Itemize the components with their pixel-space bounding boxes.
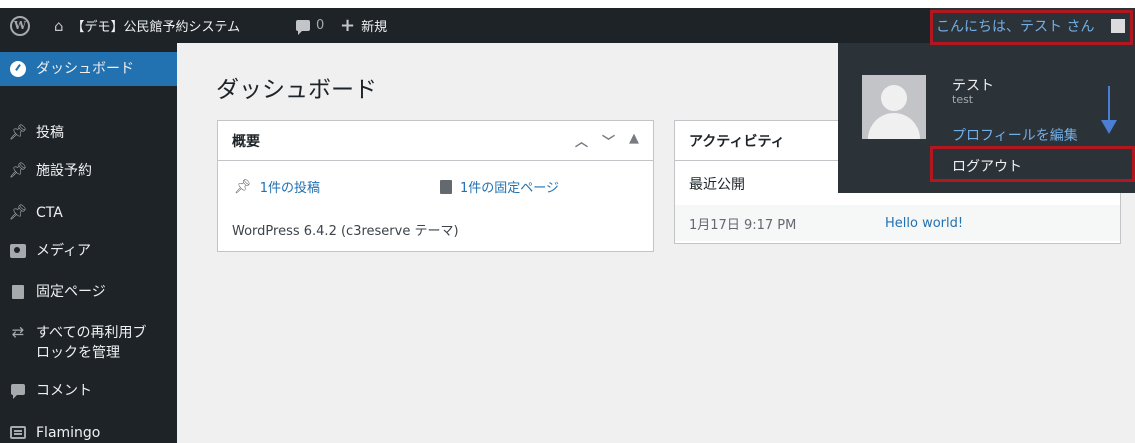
menu-item-cta[interactable]: 📌︎ CTA	[0, 203, 177, 223]
pages-count-link[interactable]: 1件の固定ページ	[440, 177, 559, 196]
menu-item-flamingo[interactable]: Flamingo	[0, 423, 177, 443]
widget-header: 概要 ︿ ﹀ ▲	[218, 121, 653, 161]
menu-label: 投稿	[36, 125, 64, 141]
wp-admin-screen: W ⌂ 【デモ】公民館予約システム 0 + 新規 こんにちは、テスト さん ダッ…	[0, 0, 1135, 443]
menu-item-media[interactable]: メディア	[0, 241, 177, 261]
page-icon	[440, 179, 452, 194]
menu-item-comments[interactable]: コメント	[0, 381, 177, 401]
avatar-small	[1111, 19, 1125, 33]
chevron-down-icon[interactable]: ﹀	[602, 131, 615, 150]
posts-link-text: 1件の投稿	[259, 181, 321, 196]
annotation-arrow-line	[1108, 86, 1110, 122]
posts-count-link[interactable]: 📌︎ 1件の投稿	[234, 177, 321, 197]
page-title: ダッシュボード	[216, 77, 377, 103]
media-icon	[0, 241, 36, 258]
reusable-block-icon: ⇄	[11, 323, 25, 341]
current-menu-arrow	[177, 56, 186, 74]
comments-menu[interactable]: 0	[296, 8, 324, 43]
edit-profile-link[interactable]: プロフィールを編集	[952, 125, 1078, 145]
menu-label: 施設予約	[36, 163, 92, 179]
menu-label-line: ロックを管理	[36, 345, 120, 361]
display-name[interactable]: テスト	[952, 75, 994, 95]
widget-title: 概要	[232, 133, 260, 150]
pin-icon: 📌︎	[8, 203, 28, 221]
avatar	[862, 75, 926, 139]
toggle-panel-icon[interactable]: ▲	[629, 131, 639, 150]
activity-post-link[interactable]: Hello world!	[885, 216, 963, 231]
menu-label: CTA	[36, 205, 63, 221]
menu-label: メディア	[36, 243, 92, 259]
menu-label: すべての再利用ブ ロックを管理	[36, 323, 146, 363]
activity-row: 1月17日 9:17 PM Hello world!	[675, 205, 1120, 241]
menu-item-posts[interactable]: 📌︎ 投稿	[0, 123, 177, 143]
pages-link-text: 1件の固定ページ	[460, 181, 560, 196]
dashboard-icon	[0, 61, 36, 77]
chevron-up-icon[interactable]: ︿	[575, 131, 588, 150]
recently-published-heading: 最近公開	[689, 177, 745, 193]
wordpress-icon: W	[10, 15, 30, 36]
menu-item-reusable-blocks[interactable]: ⇄ すべての再利用ブ ロックを管理	[0, 323, 177, 363]
widget-controls: ︿ ﹀ ▲	[575, 131, 639, 150]
menu-label: ダッシュボード	[36, 61, 134, 77]
activity-date: 1月17日 9:17 PM	[689, 217, 797, 233]
pin-icon: 📌︎	[8, 123, 28, 141]
menu-label: Flamingo	[36, 425, 101, 441]
menu-item-facility-booking[interactable]: 📌︎ 施設予約	[0, 161, 177, 181]
widget-title: アクティビティ	[689, 133, 785, 150]
menu-label-line: すべての再利用ブ	[36, 325, 147, 341]
admin-menu: ダッシュボード 📌︎ 投稿 📌︎ 施設予約 📌︎ CTA メディア 固定ページ …	[0, 43, 177, 443]
wp-logo-menu[interactable]: W	[8, 8, 32, 43]
annotation-arrow-down-icon	[1101, 120, 1117, 134]
menu-label: コメント	[36, 383, 92, 399]
plus-icon: +	[340, 15, 356, 36]
site-name: 【デモ】公民館予約システム	[71, 20, 241, 35]
my-account-menu[interactable]: こんにちは、テスト さん	[930, 8, 1135, 44]
admin-bar: W ⌂ 【デモ】公民館予約システム 0 + 新規 こんにちは、テスト さん	[0, 0, 1135, 44]
site-name-menu[interactable]: ⌂ 【デモ】公民館予約システム	[54, 8, 240, 43]
new-content-menu[interactable]: + 新規	[340, 8, 387, 43]
comments-count: 0	[316, 18, 325, 33]
new-label: 新規	[361, 20, 388, 35]
logout-link[interactable]: ログアウト	[952, 156, 1022, 176]
at-a-glance-widget: 概要 ︿ ﹀ ▲ 📌︎ 1件の投稿 1件の固定ページ WordPress 6.4…	[217, 120, 654, 252]
menu-item-dashboard[interactable]: ダッシュボード	[0, 52, 177, 86]
comment-icon	[296, 20, 310, 35]
page-icon	[0, 282, 36, 299]
account-dropdown: テスト test プロフィールを編集 ログアウト	[838, 43, 1135, 193]
menu-item-pages[interactable]: 固定ページ	[0, 282, 177, 302]
top-strip	[0, 0, 1135, 8]
home-icon: ⌂	[54, 16, 64, 35]
pin-icon: 📌︎	[8, 161, 28, 179]
wp-version-text: WordPress 6.4.2 (c3reserve テーマ)	[232, 224, 459, 239]
username[interactable]: test	[952, 93, 973, 106]
pin-icon: 📌︎	[234, 178, 252, 195]
comment-icon	[0, 381, 36, 399]
flamingo-icon	[0, 423, 36, 439]
greeting-text: こんにちは、テスト さん	[936, 19, 1095, 35]
menu-label: 固定ページ	[36, 284, 106, 300]
